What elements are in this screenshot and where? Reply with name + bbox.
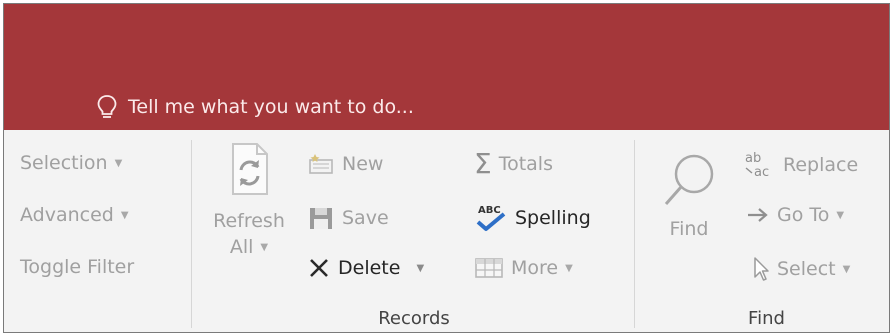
go-to-label: Go To [777,204,830,226]
chevron-down-icon: ▼ [836,209,845,221]
replace-label: Replace [783,154,859,176]
group-divider [191,140,192,328]
spelling-label: Spelling [515,207,591,229]
chevron-down-icon: ▼ [565,262,573,274]
toggle-filter-button[interactable]: Toggle Filter [20,256,134,278]
tell-me-placeholder: Tell me what you want to do... [128,96,414,118]
chevron-down-icon: ▼ [260,242,269,253]
svg-text:ac: ac [754,165,769,180]
advanced-label: Advanced [20,204,114,226]
lightbulb-icon [97,95,117,118]
advanced-button[interactable]: Advanced ▼ [20,204,129,226]
spelling-button[interactable]: ABC Spelling [474,202,591,234]
ribbon-home: Selection ▼ Advanced ▼ Toggle Filter Ref… [4,130,889,332]
save-record-button[interactable]: Save [307,204,389,232]
find-label: Find [669,218,709,240]
title-bar: Tell me what you want to do... [4,4,889,130]
chevron-down-icon: ▼ [120,209,129,221]
arrow-right-icon [748,208,768,222]
refresh-icon [232,143,268,195]
new-label: New [342,153,384,175]
selection-button[interactable]: Selection ▼ [20,152,122,174]
chevron-down-icon: ▼ [842,263,851,275]
delete-label: Delete [338,257,401,279]
save-label: Save [342,207,389,229]
magnifier-icon [664,154,714,205]
refresh-label-line2: All [229,236,254,258]
records-group-label: Records [378,308,450,329]
refresh-label-line1: Refresh [213,210,285,232]
select-label: Select [777,258,836,280]
tell-me-search[interactable]: Tell me what you want to do... [96,92,414,122]
toggle-filter-label: Toggle Filter [20,256,135,278]
totals-label: Totals [498,153,553,175]
sigma-icon: Σ [474,147,492,180]
svg-text:ab: ab [745,151,761,166]
selection-label: Selection [20,152,108,174]
more-grid-icon [475,258,503,278]
refresh-all-button[interactable]: Refresh All ▼ [200,140,298,259]
cursor-icon [754,257,769,281]
new-record-icon [309,154,333,174]
chevron-down-icon: ▼ [416,262,425,274]
spelling-check-icon: ABC [476,205,506,231]
chevron-down-icon: ▼ [114,157,123,169]
svg-text:ABC: ABC [478,205,501,216]
group-divider [634,140,635,328]
find-group-label: Find [748,308,785,329]
select-button[interactable]: Select ▼ [752,256,850,282]
more-button[interactable]: More ▼ [474,256,573,280]
delete-x-icon [310,259,328,277]
go-to-button[interactable]: Go To ▼ [746,204,844,226]
new-record-button[interactable]: New [307,152,383,176]
replace-icon: ab ac [745,151,769,180]
more-label: More [511,257,559,279]
save-icon [310,208,332,229]
delete-record-button[interactable]: Delete ▼ [307,256,424,280]
app-window: Tell me what you want to do... Selection… [3,3,890,333]
replace-button[interactable]: ab ac Replace [742,150,858,180]
find-button[interactable]: Find [650,148,728,241]
totals-button[interactable]: Σ Totals [474,150,553,178]
